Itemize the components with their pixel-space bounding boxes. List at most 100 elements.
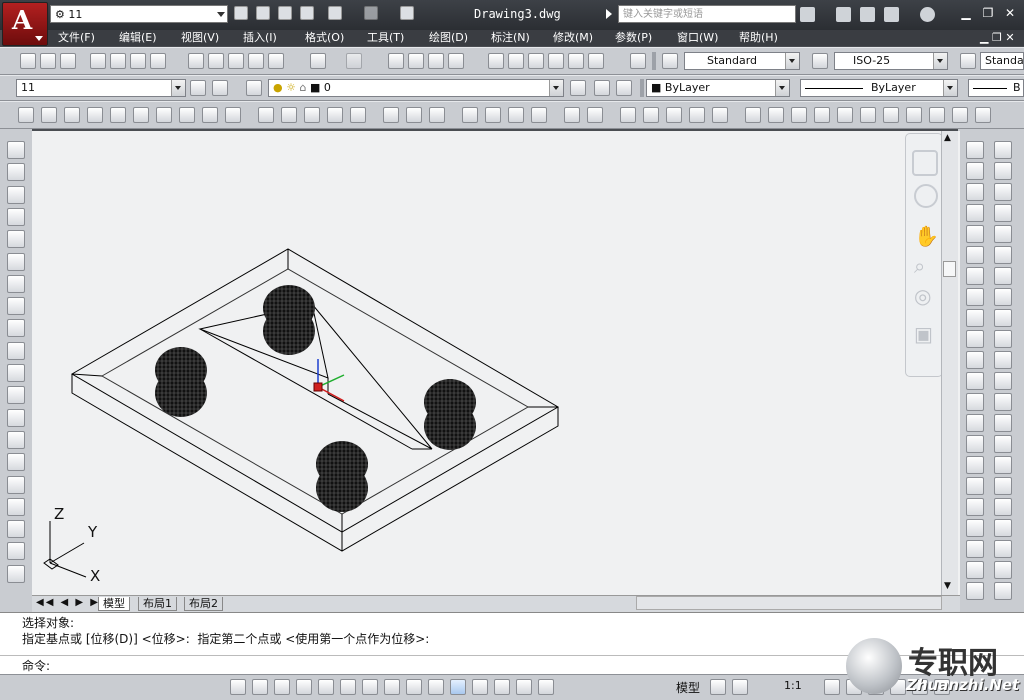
minimize-button[interactable]: ▁ bbox=[958, 6, 974, 20]
cylinder-icon[interactable] bbox=[133, 107, 149, 123]
add-selected-icon[interactable] bbox=[7, 564, 25, 583]
text-style-icon[interactable] bbox=[662, 53, 678, 69]
menu-view[interactable]: 视图(V) bbox=[181, 30, 219, 46]
explode-right-icon[interactable] bbox=[994, 435, 1012, 453]
snap-mode-toggle-icon[interactable] bbox=[274, 679, 290, 695]
restore-button[interactable]: ❐ bbox=[980, 6, 996, 20]
solid-edit-icon[interactable] bbox=[966, 540, 984, 558]
chamfer-icon[interactable] bbox=[966, 414, 984, 432]
polyline-icon[interactable] bbox=[7, 185, 25, 204]
ellipse-icon[interactable] bbox=[7, 341, 25, 360]
break-right-icon[interactable] bbox=[994, 330, 1012, 348]
array-icon[interactable] bbox=[966, 225, 984, 243]
spline-icon[interactable] bbox=[7, 319, 25, 338]
revolve-icon[interactable] bbox=[327, 107, 343, 123]
union-icon[interactable] bbox=[383, 107, 399, 123]
scroll-up-arrow-icon[interactable]: ▲ bbox=[944, 133, 951, 143]
make-block-icon[interactable] bbox=[7, 408, 25, 427]
lineweight-select[interactable]: B bbox=[968, 79, 1024, 97]
menu-modify[interactable]: 修改(M) bbox=[553, 30, 593, 46]
properties-icon[interactable] bbox=[966, 561, 984, 579]
move-right-icon[interactable] bbox=[994, 162, 1012, 180]
workspace-settings-icon[interactable] bbox=[190, 80, 206, 96]
offset-right-icon[interactable] bbox=[994, 267, 1012, 285]
model-space-label[interactable]: 模型 bbox=[676, 679, 700, 696]
wrench-icon[interactable] bbox=[836, 7, 851, 22]
scale-right-icon[interactable] bbox=[994, 183, 1012, 201]
satellite-icon[interactable] bbox=[860, 7, 875, 22]
doc-window-controls[interactable]: ▁ ❐ ✕ bbox=[980, 31, 1015, 44]
annotation-visibility-icon[interactable] bbox=[824, 679, 840, 695]
infer-constraints-toggle-icon[interactable] bbox=[252, 679, 268, 695]
quick-view-layouts-icon[interactable] bbox=[710, 679, 726, 695]
coordinate-toggle-icon[interactable] bbox=[230, 679, 246, 695]
extrude-icon[interactable] bbox=[258, 107, 274, 123]
intersect-icon[interactable] bbox=[429, 107, 445, 123]
sphere-mesh[interactable] bbox=[316, 441, 368, 512]
orbit-3d-icon[interactable]: ◎ bbox=[914, 284, 936, 308]
undo-icon[interactable] bbox=[328, 6, 342, 20]
pan-hand-icon[interactable]: ✋ bbox=[914, 224, 939, 248]
vertical-scrollbar[interactable]: ▲ ▼ bbox=[941, 131, 958, 595]
join-right-icon[interactable] bbox=[994, 372, 1012, 390]
paste-icon[interactable] bbox=[228, 53, 244, 69]
mirror-right-icon[interactable] bbox=[994, 204, 1012, 222]
sphere-icon[interactable] bbox=[110, 107, 126, 123]
publish-icon[interactable] bbox=[130, 53, 146, 69]
steering-wheel-icon[interactable] bbox=[912, 150, 938, 176]
nw-iso-view-icon[interactable] bbox=[952, 107, 968, 123]
camera-icon[interactable] bbox=[975, 107, 991, 123]
layer-states-icon[interactable] bbox=[616, 80, 632, 96]
fillet-right-icon[interactable] bbox=[994, 414, 1012, 432]
break-icon[interactable] bbox=[966, 372, 984, 390]
polygon-icon[interactable] bbox=[7, 207, 25, 226]
pencil-icon[interactable] bbox=[994, 141, 1012, 159]
torus-icon[interactable] bbox=[156, 107, 172, 123]
object-snap-toggle-icon[interactable] bbox=[362, 679, 378, 695]
point-icon[interactable] bbox=[7, 430, 25, 449]
table-style-select[interactable]: Standa bbox=[980, 52, 1024, 70]
drawing-area[interactable]: Z Y X bbox=[32, 131, 960, 595]
zoom-previous-icon[interactable] bbox=[448, 53, 464, 69]
ellipse-arc-icon[interactable] bbox=[7, 364, 25, 382]
se-iso-view-icon[interactable] bbox=[906, 107, 922, 123]
helix-icon[interactable] bbox=[202, 107, 218, 123]
mirror-icon[interactable] bbox=[966, 183, 984, 201]
menu-insert[interactable]: 插入(I) bbox=[243, 30, 277, 46]
zoom-realtime-icon[interactable] bbox=[408, 53, 424, 69]
save-icon[interactable] bbox=[60, 53, 76, 69]
polysolid-icon[interactable] bbox=[18, 107, 34, 123]
stretch-icon[interactable] bbox=[966, 309, 984, 327]
play-arrow-icon[interactable] bbox=[606, 9, 612, 19]
sheet-set-icon[interactable] bbox=[548, 53, 564, 69]
object-snap-tracking-toggle-icon[interactable] bbox=[406, 679, 422, 695]
plot-preview-icon[interactable] bbox=[110, 53, 126, 69]
trim-icon[interactable] bbox=[966, 330, 984, 348]
menu-tools[interactable]: 工具(T) bbox=[367, 30, 404, 46]
new-file-icon[interactable] bbox=[234, 6, 248, 20]
search-input[interactable]: 键入关键字或短语 bbox=[618, 5, 796, 23]
open-icon[interactable] bbox=[40, 53, 56, 69]
lineweight-toggle-icon[interactable] bbox=[472, 679, 488, 695]
region-right-icon[interactable] bbox=[994, 540, 1012, 558]
join-icon[interactable] bbox=[966, 393, 984, 411]
pan-icon[interactable] bbox=[388, 53, 404, 69]
scroll-thumb[interactable] bbox=[943, 261, 956, 277]
help-icon[interactable] bbox=[920, 7, 935, 22]
star-icon[interactable] bbox=[884, 7, 899, 22]
application-menu-button[interactable]: A bbox=[2, 2, 48, 46]
menu-dimension[interactable]: 标注(N) bbox=[491, 30, 530, 46]
copy-icon[interactable] bbox=[966, 162, 984, 180]
scale-icon[interactable] bbox=[966, 288, 984, 306]
3d-hidden-icon[interactable] bbox=[643, 107, 659, 123]
menu-parametric[interactable]: 参数(P) bbox=[615, 30, 652, 46]
edit-polyline-icon[interactable] bbox=[966, 477, 984, 495]
2d-wireframe-icon[interactable] bbox=[620, 107, 636, 123]
revision-cloud-icon[interactable] bbox=[7, 297, 25, 316]
open-folder-icon[interactable] bbox=[256, 6, 270, 20]
break-point-icon[interactable] bbox=[994, 351, 1012, 369]
3d-rotate-icon[interactable] bbox=[485, 107, 501, 123]
menu-format[interactable]: 格式(O) bbox=[305, 30, 344, 46]
box-icon[interactable] bbox=[41, 107, 57, 123]
back-view-icon[interactable] bbox=[860, 107, 876, 123]
